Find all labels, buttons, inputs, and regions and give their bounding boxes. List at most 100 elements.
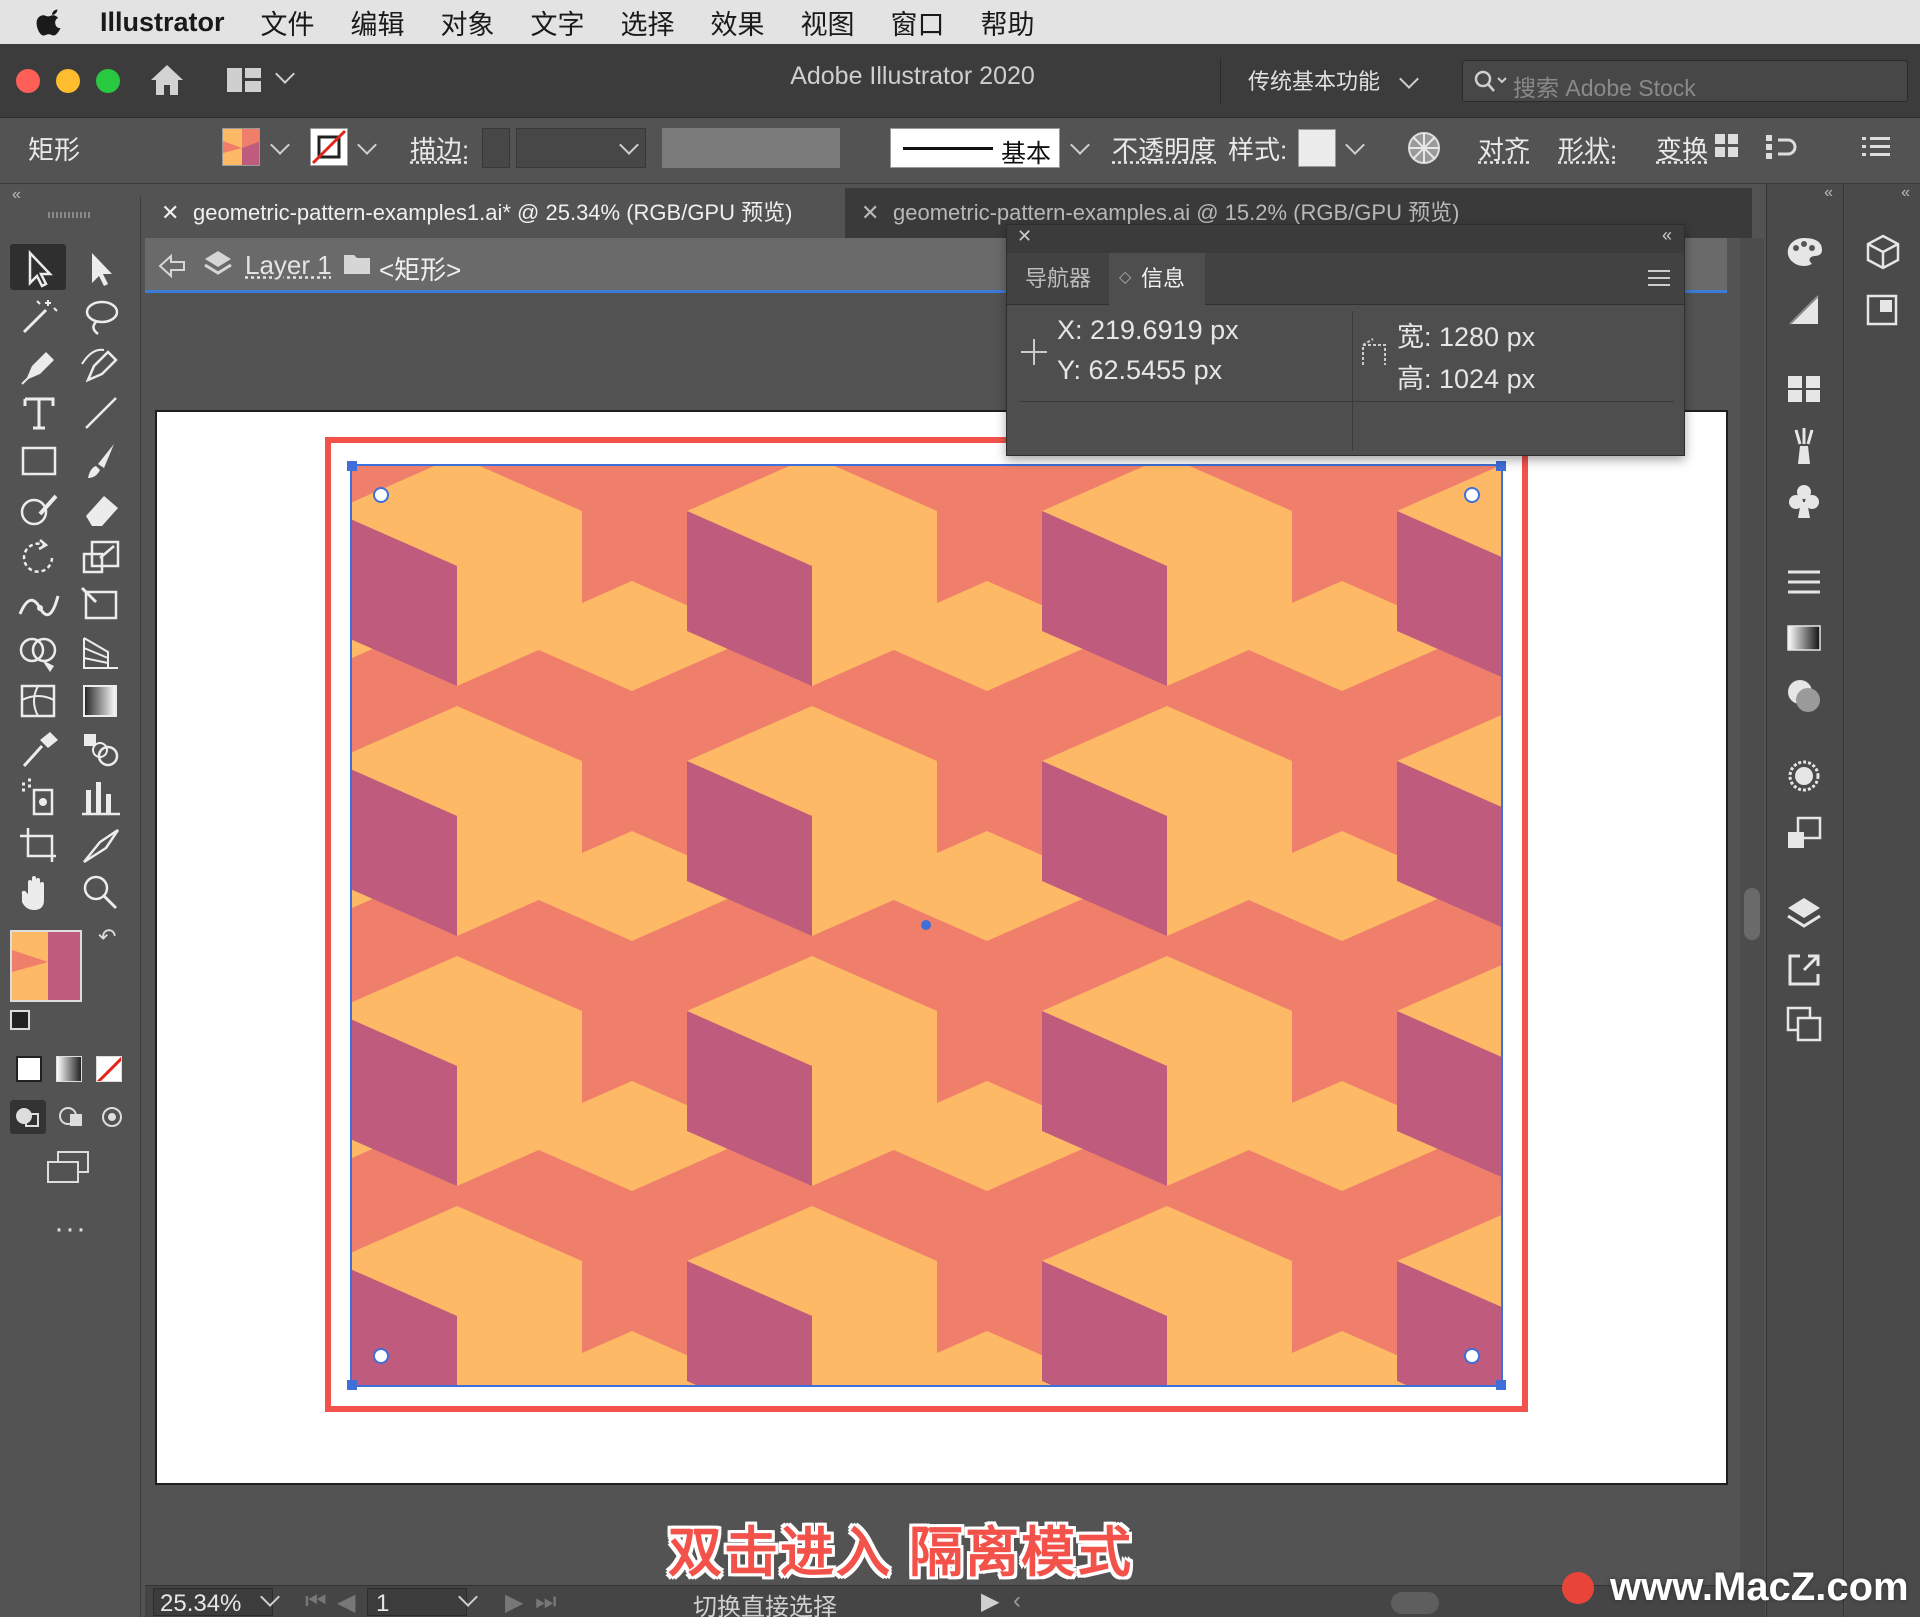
brushes-icon[interactable] bbox=[1786, 426, 1822, 466]
rectangle-tool-icon[interactable] bbox=[16, 440, 62, 482]
blend-tool-icon[interactable] bbox=[78, 728, 124, 770]
transform-link[interactable]: 变换 bbox=[1656, 130, 1708, 167]
eyedropper-tool-icon[interactable] bbox=[16, 728, 62, 770]
hand-tool-icon[interactable] bbox=[16, 872, 62, 914]
first-artboard-icon[interactable]: ⏮ bbox=[305, 1588, 327, 1616]
export-asset-icon[interactable] bbox=[1784, 950, 1824, 990]
gradient-panel-icon[interactable] bbox=[1784, 622, 1824, 654]
graphic-style-swatch[interactable] bbox=[1298, 129, 1336, 167]
breadcrumb-layer[interactable]: Layer 1 bbox=[245, 250, 332, 281]
panel-menu-icon[interactable] bbox=[1862, 134, 1892, 160]
chevron-down-icon[interactable] bbox=[275, 64, 295, 84]
menu-edit[interactable]: 编辑 bbox=[351, 3, 405, 42]
graphic-styles-icon[interactable] bbox=[1784, 814, 1824, 854]
color-guide-icon[interactable] bbox=[1782, 234, 1826, 270]
lasso-tool-icon[interactable] bbox=[78, 296, 124, 338]
close-tab-icon[interactable]: ✕ bbox=[861, 188, 879, 238]
selection-handle[interactable] bbox=[1496, 1380, 1506, 1390]
draw-normal-icon[interactable] bbox=[10, 1100, 46, 1134]
apple-icon[interactable] bbox=[36, 7, 66, 37]
horizontal-scrollbar-thumb[interactable] bbox=[1391, 1592, 1439, 1614]
collapse-panel-icon[interactable]: « bbox=[1662, 225, 1672, 246]
width-tool-icon[interactable] bbox=[16, 584, 62, 626]
draw-inside-icon[interactable] bbox=[96, 1100, 128, 1134]
selection-handle[interactable] bbox=[347, 461, 357, 471]
type-tool-icon[interactable] bbox=[16, 392, 62, 434]
last-artboard-icon[interactable]: ⏭ bbox=[535, 1588, 557, 1616]
next-artboard-icon[interactable]: ▶ bbox=[505, 1588, 523, 1617]
color-mode-button[interactable] bbox=[16, 1056, 42, 1082]
zoom-level-field[interactable]: 25.34% bbox=[153, 1588, 273, 1617]
mesh-tool-icon[interactable] bbox=[16, 680, 62, 722]
selection-handle[interactable] bbox=[347, 1380, 357, 1390]
status-menu-arrow-icon[interactable]: ▶ bbox=[981, 1587, 999, 1616]
edit-toolbar-icon[interactable]: ··· bbox=[54, 1212, 87, 1246]
menu-help[interactable]: 帮助 bbox=[981, 3, 1035, 42]
home-icon[interactable] bbox=[148, 62, 186, 98]
3d-materials-icon[interactable] bbox=[1862, 232, 1904, 272]
libraries-icon[interactable] bbox=[1862, 290, 1904, 330]
default-fill-stroke-icon[interactable] bbox=[10, 1010, 30, 1030]
shape-builder-tool-icon[interactable] bbox=[16, 632, 62, 674]
collapse-dock-icon[interactable]: « bbox=[1901, 184, 1910, 202]
free-transform-tool-icon[interactable] bbox=[78, 584, 124, 626]
app-menu[interactable]: Illustrator bbox=[100, 7, 225, 38]
align-link[interactable]: 对齐 bbox=[1478, 130, 1530, 167]
menu-view[interactable]: 视图 bbox=[801, 3, 855, 42]
appearance-effects-icon[interactable] bbox=[1784, 756, 1824, 796]
panel-menu-icon[interactable] bbox=[1648, 269, 1670, 287]
symbols-icon[interactable] bbox=[1784, 480, 1824, 520]
stroke-panel-icon[interactable] bbox=[1784, 568, 1824, 598]
line-segment-tool-icon[interactable] bbox=[78, 392, 124, 434]
menu-window[interactable]: 窗口 bbox=[891, 3, 945, 42]
horizontal-scroll-left-icon[interactable]: ‹ bbox=[1013, 1587, 1021, 1615]
recolor-artwork-icon[interactable] bbox=[1406, 130, 1442, 166]
fill-swatch[interactable] bbox=[222, 128, 260, 166]
menu-type[interactable]: 文字 bbox=[531, 3, 585, 42]
transparency-icon[interactable] bbox=[1784, 676, 1824, 716]
arrange-documents-icon[interactable] bbox=[226, 66, 262, 94]
scrollbar-thumb[interactable] bbox=[1744, 888, 1760, 940]
zoom-tool-icon[interactable] bbox=[78, 872, 124, 914]
selection-tool-icon[interactable] bbox=[16, 247, 62, 289]
panel-header[interactable]: ✕ « bbox=[1007, 225, 1684, 253]
eraser-tool-icon[interactable] bbox=[78, 488, 124, 530]
gradient-tool-icon[interactable] bbox=[78, 680, 124, 722]
shape-link[interactable]: 形状: bbox=[1558, 130, 1617, 167]
direct-selection-tool-icon[interactable] bbox=[78, 247, 124, 289]
swatches-icon[interactable] bbox=[1784, 374, 1824, 404]
layers-panel-icon[interactable] bbox=[1784, 894, 1824, 934]
close-window-button[interactable] bbox=[16, 69, 40, 93]
vertical-scrollbar[interactable] bbox=[1740, 238, 1764, 1584]
screen-mode-icon[interactable] bbox=[46, 1150, 92, 1184]
pen-tool-icon[interactable] bbox=[16, 344, 62, 386]
scale-tool-icon[interactable] bbox=[78, 536, 124, 578]
fill-color-box[interactable] bbox=[10, 930, 82, 1002]
none-mode-button[interactable] bbox=[96, 1056, 122, 1082]
paintbrush-tool-icon[interactable] bbox=[78, 440, 124, 482]
transform-grid-icon[interactable] bbox=[1714, 132, 1740, 160]
corner-radius-widget[interactable] bbox=[373, 487, 389, 503]
corner-radius-widget[interactable] bbox=[1464, 487, 1480, 503]
isolate-object-icon[interactable] bbox=[1764, 132, 1800, 162]
appearance-icon[interactable] bbox=[1784, 292, 1824, 328]
symbol-sprayer-tool-icon[interactable] bbox=[16, 776, 62, 818]
previous-artboard-icon[interactable]: ◀ bbox=[337, 1588, 355, 1617]
back-arrow-icon[interactable] bbox=[157, 252, 187, 280]
draw-behind-icon[interactable] bbox=[54, 1100, 90, 1134]
collapse-dock-icon[interactable]: « bbox=[1824, 184, 1833, 202]
curvature-tool-icon[interactable] bbox=[78, 344, 124, 386]
selection-handle[interactable] bbox=[1496, 461, 1506, 471]
close-tab-icon[interactable]: ✕ bbox=[161, 188, 179, 238]
close-panel-icon[interactable]: ✕ bbox=[1017, 226, 1032, 247]
tab-navigator[interactable]: 导航器 bbox=[1007, 253, 1109, 305]
workspace-switcher[interactable]: 传统基本功能 bbox=[1248, 64, 1380, 96]
stroke-swatch[interactable] bbox=[310, 128, 348, 166]
menu-file[interactable]: 文件 bbox=[261, 3, 315, 42]
artboard-tool-icon[interactable] bbox=[16, 824, 62, 866]
zoom-window-button[interactable] bbox=[96, 69, 120, 93]
shaper-tool-icon[interactable] bbox=[16, 488, 62, 530]
corner-radius-widget[interactable] bbox=[1464, 1348, 1480, 1364]
slice-tool-icon[interactable] bbox=[78, 824, 124, 866]
menu-object[interactable]: 对象 bbox=[441, 3, 495, 42]
